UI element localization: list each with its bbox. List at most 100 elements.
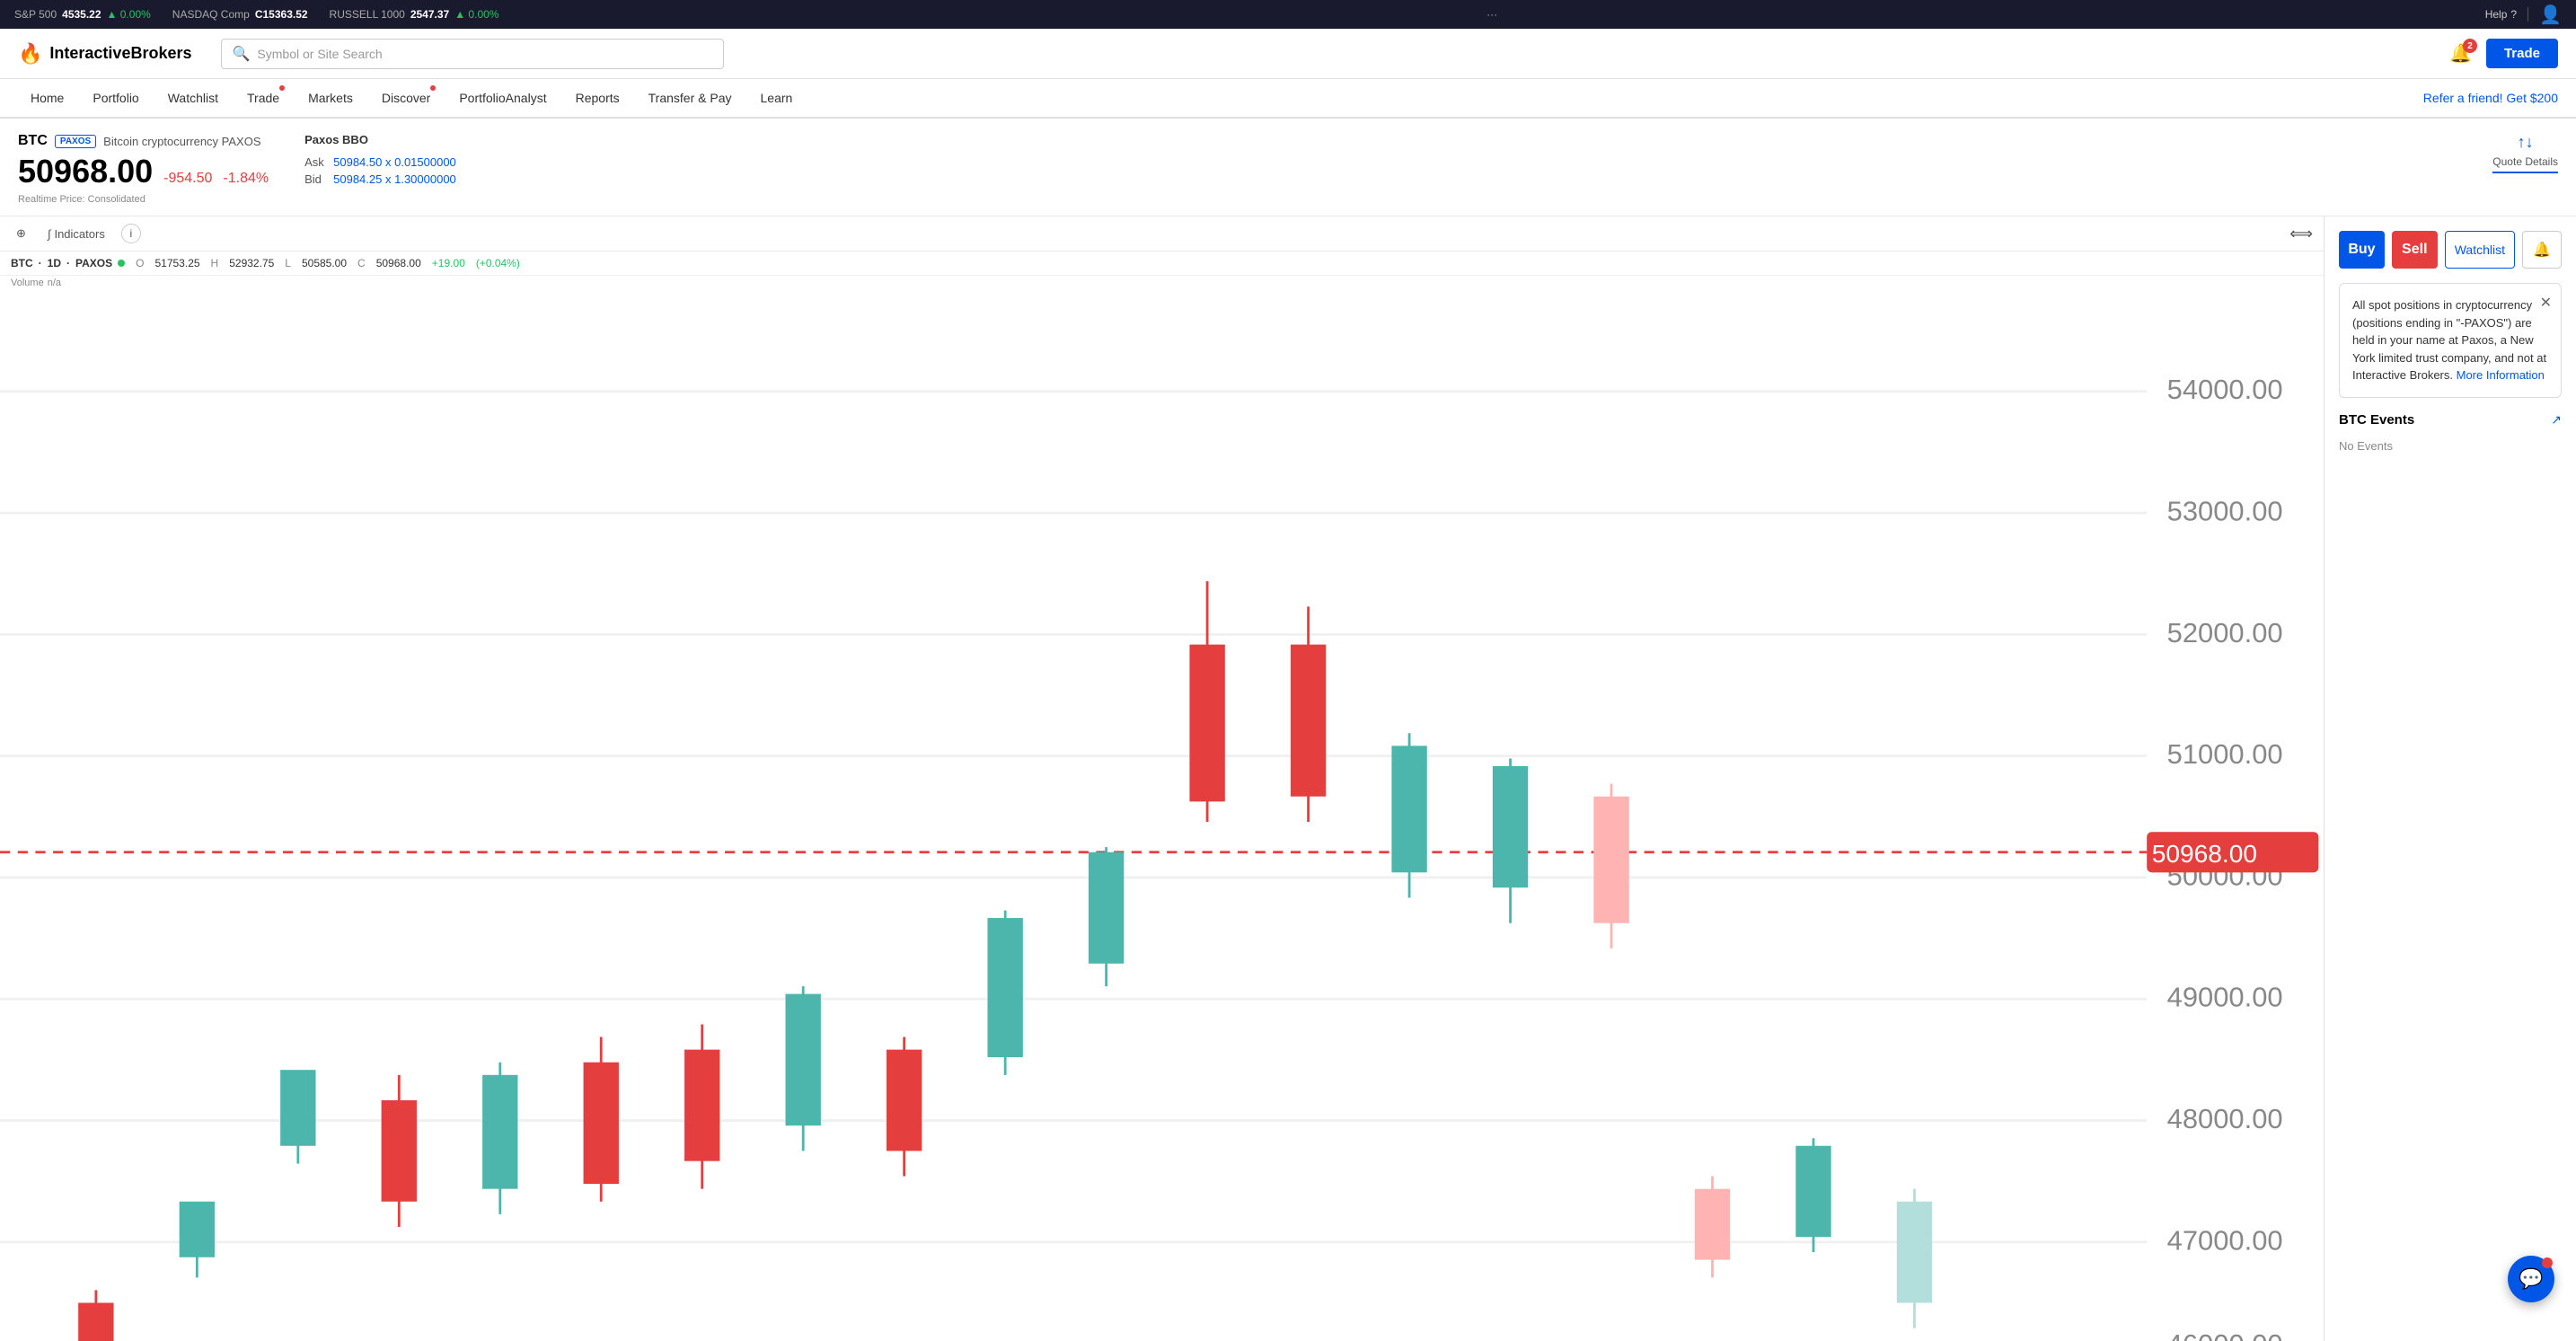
logo-text-brokers: Brokers: [130, 44, 191, 62]
info-icon: i: [130, 227, 133, 240]
ask-row: Ask 50984.50 x 0.01500000: [304, 155, 456, 169]
svg-text:54000.00: 54000.00: [2167, 374, 2283, 405]
svg-text:51000.00: 51000.00: [2167, 738, 2283, 770]
bid-value: 50984.25 x 1.30000000: [333, 172, 456, 186]
ask-size: 0.01500000: [394, 155, 456, 169]
more-information-link[interactable]: More Information: [2457, 368, 2545, 382]
search-bar[interactable]: 🔍 Symbol or Site Search: [221, 39, 724, 69]
ticker-bar: S&P 500 4535.22 ▲ 0.00% NASDAQ Comp C153…: [0, 0, 2576, 29]
nav-item-transfer-pay[interactable]: Transfer & Pay: [636, 78, 745, 118]
svg-text:53000.00: 53000.00: [2167, 495, 2283, 526]
logo-text: InteractiveBrokers: [49, 44, 191, 63]
main-navigation: Home Portfolio Watchlist Trade Markets D…: [0, 79, 2576, 119]
ohlc-low-value: 50585.00: [302, 257, 347, 269]
events-section: BTC Events ↗ No Events: [2339, 412, 2562, 453]
quote-symbol-row: BTC PAXOS Bitcoin cryptocurrency PAXOS: [18, 133, 269, 149]
nav-learn-label: Learn: [761, 91, 793, 105]
chart-crosshair-button[interactable]: ⊕: [11, 225, 31, 243]
quote-price-row: 50968.00 -954.50 -1.84%: [18, 153, 269, 190]
ticker-right-section: Help ? 👤: [2485, 4, 2562, 26]
nav-portfolio-label: Portfolio: [93, 91, 138, 105]
ticker-sp500-label: S&P 500: [14, 8, 57, 21]
chart-exchange: PAXOS: [75, 257, 112, 269]
ask-value: 50984.50 x 0.01500000: [333, 155, 456, 169]
quote-header: BTC PAXOS Bitcoin cryptocurrency PAXOS 5…: [0, 119, 2576, 216]
quote-change-amount: -954.50: [163, 171, 212, 187]
alert-button[interactable]: 🔔: [2522, 231, 2562, 269]
refer-friend-link[interactable]: Refer a friend! Get $200: [2423, 91, 2558, 105]
bell-alert-icon: 🔔: [2533, 241, 2551, 259]
notifications-button[interactable]: 🔔 2: [2449, 42, 2472, 65]
ticker-nasdaq-value: C15363.52: [255, 8, 308, 21]
indicators-label: Indicators: [54, 227, 104, 241]
chat-badge: [2542, 1257, 2553, 1268]
quote-bid-ask-section: Paxos BBO Ask 50984.50 x 0.01500000 Bid …: [304, 133, 456, 186]
search-icon: 🔍: [233, 45, 251, 63]
nav-item-discover[interactable]: Discover: [369, 78, 443, 118]
live-indicator-dot: [118, 260, 125, 267]
quote-details-button[interactable]: ↑↓ Quote Details: [2492, 133, 2558, 173]
nav-item-watchlist[interactable]: Watchlist: [155, 78, 231, 118]
nav-item-home[interactable]: Home: [18, 78, 76, 118]
chat-bubble-button[interactable]: 💬: [2508, 1256, 2554, 1302]
exchange-label: Paxos BBO: [304, 133, 456, 146]
quote-left-section: BTC PAXOS Bitcoin cryptocurrency PAXOS 5…: [18, 133, 269, 205]
svg-text:47000.00: 47000.00: [2167, 1224, 2283, 1256]
notifications-badge: 2: [2463, 39, 2477, 53]
ticker-nasdaq: NASDAQ Comp C15363.52: [172, 8, 308, 21]
nav-trade-label: Trade: [247, 91, 279, 105]
ohlc-change-pct: (+0.04%): [476, 257, 520, 269]
volume-label: Volume: [11, 278, 44, 288]
quote-details-arrows-icon: ↑↓: [2518, 133, 2534, 152]
chart-separator: ·: [39, 257, 42, 269]
chart-info-button[interactable]: i: [121, 224, 141, 243]
ohlc-open-value: 51753.25: [154, 257, 199, 269]
nav-item-markets[interactable]: Markets: [296, 78, 366, 118]
chart-separator2: ·: [66, 257, 70, 269]
candlestick-svg: 54000.00 53000.00 52000.00 51000.00 5000…: [0, 290, 2324, 1341]
ticker-more-dots[interactable]: ···: [1486, 8, 1497, 21]
nav-item-reports[interactable]: Reports: [563, 78, 632, 118]
nav-reports-label: Reports: [576, 91, 620, 105]
nav-item-learn[interactable]: Learn: [748, 78, 806, 118]
nav-discover-label: Discover: [382, 91, 430, 105]
watchlist-button[interactable]: Watchlist: [2445, 231, 2515, 269]
ohlc-close-value: 50968.00: [376, 257, 421, 269]
events-external-link[interactable]: ↗: [2551, 412, 2562, 428]
nav-item-portfolioanalyst[interactable]: PortfolioAnalyst: [446, 78, 559, 118]
ticker-russell-label: RUSSELL 1000: [330, 8, 405, 21]
paxos-badge: PAXOS: [55, 135, 96, 148]
trade-button[interactable]: Trade: [2486, 39, 2558, 68]
chart-timeframe: 1D: [48, 257, 61, 269]
logo[interactable]: 🔥 InteractiveBrokers: [18, 42, 192, 66]
nav-portfolioanalyst-label: PortfolioAnalyst: [459, 91, 546, 105]
chart-toolbar: ⊕ ∫ Indicators i ⟺: [0, 216, 2324, 251]
ticker-sp500-value: 4535.22: [62, 8, 101, 21]
navbar: 🔥 InteractiveBrokers 🔍 Symbol or Site Se…: [0, 29, 2576, 79]
help-button[interactable]: Help ?: [2485, 8, 2517, 21]
trade-dot-indicator: [279, 85, 285, 91]
quote-change-pct: -1.84%: [223, 171, 269, 187]
bid-x: x: [385, 172, 394, 186]
ticker-sp500-change: ▲ 0.00%: [107, 8, 151, 21]
chart-expand-button[interactable]: ⟺: [2289, 225, 2313, 243]
search-placeholder: Symbol or Site Search: [257, 47, 382, 61]
indicators-icon: ∫: [48, 227, 51, 241]
quote-price: 50968.00: [18, 153, 153, 190]
ticker-russell: RUSSELL 1000 2547.37 ▲ 0.00%: [330, 8, 499, 21]
quote-details-underline: [2492, 172, 2558, 173]
indicators-button[interactable]: ∫ Indicators: [42, 225, 110, 243]
volume-row: Volume n/a: [0, 276, 2324, 290]
nav-item-portfolio[interactable]: Portfolio: [80, 78, 151, 118]
events-header: BTC Events ↗: [2339, 412, 2562, 428]
ticker-russell-change: ▲ 0.00%: [454, 8, 498, 21]
info-box-close-button[interactable]: ✕: [2540, 293, 2552, 314]
events-empty-message: No Events: [2339, 439, 2393, 453]
crypto-info-box: ✕ All spot positions in cryptocurrency (…: [2339, 283, 2562, 398]
user-profile-icon[interactable]: 👤: [2539, 4, 2562, 26]
sell-button[interactable]: Sell: [2392, 231, 2438, 269]
help-label: Help: [2485, 8, 2508, 21]
buy-button[interactable]: Buy: [2339, 231, 2385, 269]
nav-item-trade[interactable]: Trade: [234, 78, 292, 118]
nav-transfer-pay-label: Transfer & Pay: [648, 91, 732, 105]
